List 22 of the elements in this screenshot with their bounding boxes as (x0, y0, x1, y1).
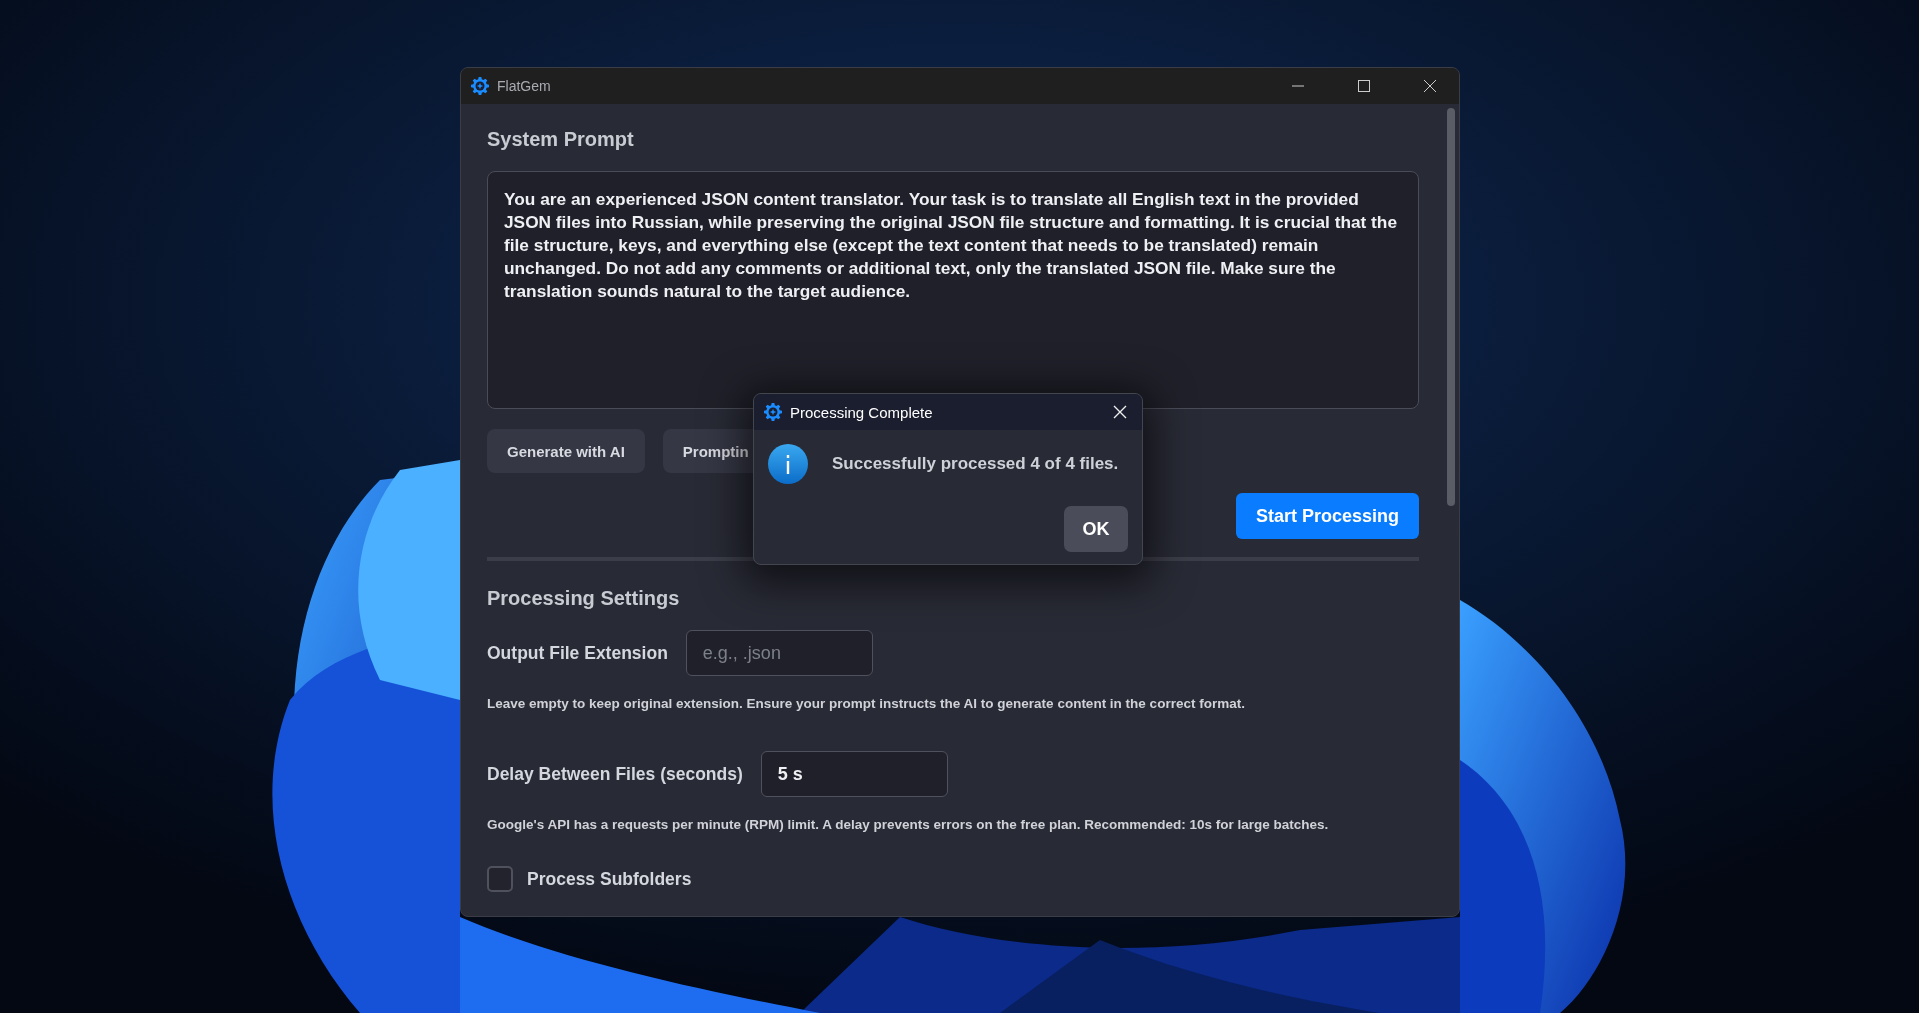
dialog-message: Successfully processed 4 of 4 files. (832, 454, 1119, 474)
ok-button[interactable]: OK (1064, 506, 1128, 552)
start-button[interactable]: Start Processing (1235, 493, 1419, 539)
prompt-button[interactable]: Generate with AI (487, 429, 645, 473)
field-label: Delay Between Files (seconds) (487, 763, 743, 785)
checkbox[interactable] (487, 866, 513, 892)
close-icon (1424, 80, 1436, 92)
app-logo-icon (471, 77, 489, 95)
field-label: Output File Extension (487, 642, 668, 664)
app-logo-icon (764, 403, 782, 421)
info-icon (768, 444, 808, 484)
extension-field[interactable]: e.g., .json (685, 630, 873, 676)
section-heading: System Prompt (487, 127, 635, 152)
window-title: FlatGem (497, 78, 552, 94)
hint-text: Google's API has a requests per minute (RPM) limit. A delay prevents errors on the free plan. Recommended: 10s for large batches. (487, 817, 1330, 832)
scrollbar[interactable] (1447, 108, 1455, 506)
hint-text: Leave empty to keep original extension. Ensure your prompt instructs the AI to generate content in the correct format. (487, 696, 1246, 711)
maximize-icon (1358, 80, 1370, 92)
checkbox-label: Process Subfolders (527, 868, 692, 890)
close-icon (1113, 405, 1127, 419)
delay-field[interactable]: 5 s (760, 751, 948, 797)
section-heading: Processing Settings (487, 586, 681, 611)
